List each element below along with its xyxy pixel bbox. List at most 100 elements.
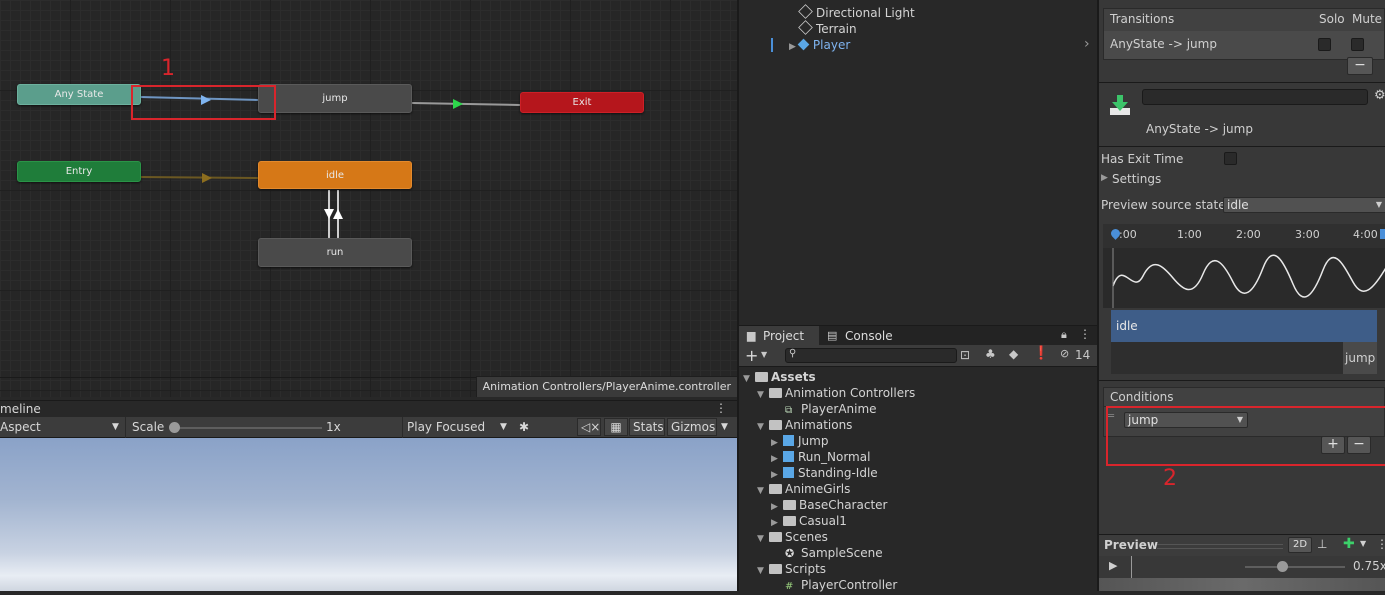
preview-source-dropdown[interactable]: idle ▼ [1223,197,1385,213]
state-any-state[interactable]: Any State [17,84,141,105]
tree-item-label: PlayerController [801,578,898,592]
state-idle[interactable]: idle [258,161,412,189]
expanded-arrow-icon[interactable]: ▼ [743,371,755,387]
preview-drag-handle[interactable] [1157,544,1283,549]
hidden-eye-icon[interactable]: ⊘ [1060,347,1069,360]
tree-item-casual1[interactable]: ▶ Casual1 [771,513,847,529]
tree-item-scenes[interactable]: ▼ Scenes [757,529,828,545]
pivot-icon[interactable]: ⊥ [1317,537,1327,551]
bug-icon[interactable]: ✱ [519,420,529,434]
mute-checkbox[interactable] [1351,38,1364,51]
unity-scene-icon: ✪ [785,547,795,560]
expanded-arrow-icon[interactable]: ▼ [757,563,769,579]
remove-transition-button[interactable]: − [1347,57,1373,75]
settings-foldout[interactable]: Settings [1112,172,1161,186]
preview-2d-button[interactable]: 2D [1288,537,1312,553]
tree-item-standing-idle[interactable]: ▶ Standing-Idle [771,465,878,481]
play-icon[interactable]: ▶ [1109,559,1117,572]
tree-item-animation-controllers[interactable]: ▼ Animation Controllers [757,385,915,401]
preview-source-value: idle [1227,198,1249,212]
tree-item-label: Jump [798,434,829,448]
transition-download-icon [1109,94,1131,116]
tree-item-label: Run_Normal [798,450,871,464]
tree-item-playeranime[interactable]: ⧉ PlayerAnime [785,401,877,417]
chevron-right-icon[interactable]: › [1084,36,1090,52]
stats-button[interactable]: Stats [629,418,665,436]
preview-header: Preview 2D ⊥ ✚ ▼ ⋮ [1099,534,1385,556]
avatar-caret-icon[interactable]: ▼ [1360,539,1366,548]
play-mode-caret-icon: ▼ [500,422,507,432]
preview-viewport[interactable] [1099,578,1385,591]
settings-foldout-icon[interactable]: ▶ [1101,173,1108,183]
aspect-dropdown[interactable]: Aspect [0,420,41,434]
hierarchy-item-label: Directional Light [816,6,915,20]
create-plus-icon[interactable]: + [745,346,758,365]
state-run[interactable]: run [258,238,412,267]
solo-checkbox[interactable] [1318,38,1331,51]
tree-item-scripts[interactable]: ▼ Scripts [757,561,826,577]
folder-icon [769,564,782,574]
grid-icon[interactable]: ▦ [604,418,628,436]
tree-item-jump[interactable]: ▶ Jump [771,433,828,449]
track-jump[interactable]: jump [1343,342,1377,374]
tree-item-label: Assets [771,370,816,384]
more-menu-icon[interactable]: ⋮ [715,401,727,415]
state-entry[interactable]: Entry [17,161,141,182]
expanded-arrow-icon[interactable]: ▼ [757,387,769,403]
gizmos-button[interactable]: Gizmos [667,418,717,436]
tree-item-assets[interactable]: ▼ Assets [743,369,816,385]
lock-icon[interactable]: 🔒︎ [1061,328,1067,342]
more-menu-icon[interactable]: ⋮ [1376,537,1385,551]
expanded-arrow-icon[interactable]: ▼ [757,531,769,547]
scale-slider-handle[interactable] [169,422,180,433]
expanded-arrow-icon[interactable]: ▼ [757,419,769,435]
folder-icon [783,516,796,526]
more-menu-icon[interactable]: ⋮ [1079,327,1091,341]
alert-icon[interactable]: ❗ [1033,346,1049,361]
tree-item-label: Standing-Idle [798,466,878,480]
tab-console[interactable]: ▤ Console [823,326,913,346]
play-mode-dropdown[interactable]: Play Focused [407,420,485,434]
has-exit-time-checkbox[interactable] [1224,152,1237,165]
transition-lines [139,95,521,238]
mute-audio-icon[interactable]: ◁× [577,418,601,436]
timeline-ruler[interactable]: :00 1:00 2:00 3:00 4:00 [1103,224,1385,248]
tree-item-basecharacter[interactable]: ▶ BaseCharacter [771,497,887,513]
speed-slider-handle[interactable] [1277,561,1288,572]
preview-scrubber[interactable] [1131,556,1132,578]
search-input[interactable]: ⚲ [785,348,957,363]
tab-project[interactable]: ▆ Project [739,326,819,346]
avatar-humanoid-icon[interactable]: ✚ [1343,536,1355,552]
divider [1099,82,1385,83]
tree-item-run-normal[interactable]: ▶ Run_Normal [771,449,870,465]
transition-name-field[interactable] [1142,89,1368,105]
search-by-type-icon[interactable]: ⊡ [960,348,970,362]
speed-slider-track[interactable] [1245,566,1345,568]
transition-arrow-jump-exit [453,99,463,109]
hidden-count: 14 [1075,348,1091,362]
scale-slider-track[interactable] [174,427,322,429]
state-jump[interactable]: jump [258,84,412,113]
track-idle[interactable]: idle [1111,310,1377,342]
tag-icon[interactable]: ◆ [1009,347,1018,361]
search-by-label-icon[interactable]: ♣ [985,347,996,361]
hierarchy-item-terrain[interactable]: Terrain [798,20,857,37]
game-viewport[interactable] [0,438,737,591]
tree-item-samplescene[interactable]: ✪ SampleScene [785,545,883,561]
hierarchy-item-player[interactable]: ▶ Player [789,37,850,53]
expanded-arrow-icon[interactable]: ▼ [757,483,769,499]
timeline-end-marker[interactable] [1380,229,1385,239]
state-exit[interactable]: Exit [520,92,644,113]
expand-arrow-icon[interactable]: ▶ [789,42,796,52]
timeline-tab[interactable]: meline [0,402,41,416]
tree-item-animations[interactable]: ▼ Animations [757,417,852,433]
tree-item-animegirls[interactable]: ▼ AnimeGirls [757,481,850,497]
search-icon: ⚲ [789,348,797,359]
hierarchy-item-directional-light[interactable]: Directional Light [798,4,915,21]
gear-icon[interactable]: ⚙ [1374,88,1385,103]
gizmos-caret-icon[interactable]: ▼ [721,422,728,432]
animator-graph[interactable]: Any State jump Exit Entry idle run 1 Ani… [0,0,737,397]
transition-row[interactable]: AnyState -> jump [1104,31,1384,59]
create-caret-icon[interactable]: ▼ [761,350,767,359]
prefab-icon [797,38,810,51]
